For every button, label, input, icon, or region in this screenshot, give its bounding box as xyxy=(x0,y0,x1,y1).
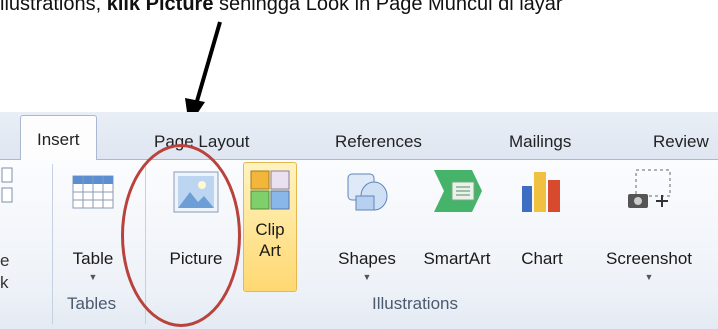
chart-button[interactable]: Chart xyxy=(515,164,569,269)
screenshot-button[interactable]: Screenshot ▼ xyxy=(590,164,708,283)
tab-references[interactable]: References xyxy=(335,132,422,152)
smartart-icon xyxy=(434,170,482,212)
table-button[interactable]: Table ▼ xyxy=(62,164,124,283)
shapes-button-label: Shapes xyxy=(338,249,396,268)
instruction-bold: klik Picture xyxy=(106,0,214,15)
tab-insert[interactable]: Insert xyxy=(20,115,97,161)
shapes-button[interactable]: Shapes ▼ xyxy=(330,164,404,283)
clip-art-icon xyxy=(250,170,290,210)
ribbon: Insert Page Layout References Mailings R… xyxy=(0,112,718,329)
cut-off-label-line-2: k xyxy=(0,273,9,292)
chevron-down-icon: ▼ xyxy=(88,272,98,282)
cut-off-label: e k xyxy=(0,250,30,294)
cut-off-label-line-1: e xyxy=(0,251,10,270)
tab-review[interactable]: Review xyxy=(653,132,709,152)
chevron-down-icon: ▼ xyxy=(644,272,654,282)
cut-off-button-icon xyxy=(1,167,13,203)
clip-art-button[interactable]: Clip Art xyxy=(243,162,297,292)
ribbon-body: e k Table ▼ Tables Picture Clip Art Shap… xyxy=(0,160,718,329)
picture-icon xyxy=(173,171,219,213)
group-label-illustrations: Illustrations xyxy=(372,294,458,313)
picture-button-label: Picture xyxy=(169,249,223,268)
smartart-button-label: SmartArt xyxy=(423,249,491,268)
group-label-tables: Tables xyxy=(67,294,117,313)
screenshot-icon xyxy=(628,169,671,208)
chart-button-label: Chart xyxy=(521,249,563,268)
group-separator xyxy=(145,164,146,324)
tab-mailings[interactable]: Mailings xyxy=(509,132,571,152)
shapes-icon xyxy=(347,173,388,211)
clip-art-label-line-1: Clip xyxy=(255,220,285,239)
instruction-suffix: sehingga Look in Page Muncul di layar xyxy=(213,0,563,15)
table-icon xyxy=(72,175,114,209)
instruction-prefix: llustrations, xyxy=(0,0,107,15)
smartart-button[interactable]: SmartArt xyxy=(412,164,502,269)
cut-off-icons xyxy=(0,166,30,211)
picture-button[interactable]: Picture xyxy=(158,164,234,269)
group-separator xyxy=(52,164,53,324)
table-button-label: Table xyxy=(72,249,114,268)
screenshot-button-label: Screenshot xyxy=(606,249,692,268)
chart-icon xyxy=(522,172,560,212)
ribbon-tab-bar: Insert Page Layout References Mailings R… xyxy=(0,112,718,161)
clip-art-label-line-2: Art xyxy=(259,241,281,260)
tab-page-layout[interactable]: Page Layout xyxy=(154,132,249,152)
chevron-down-icon: ▼ xyxy=(362,272,372,282)
instruction-text: llustrations, klik Picture sehingga Look… xyxy=(0,0,718,22)
